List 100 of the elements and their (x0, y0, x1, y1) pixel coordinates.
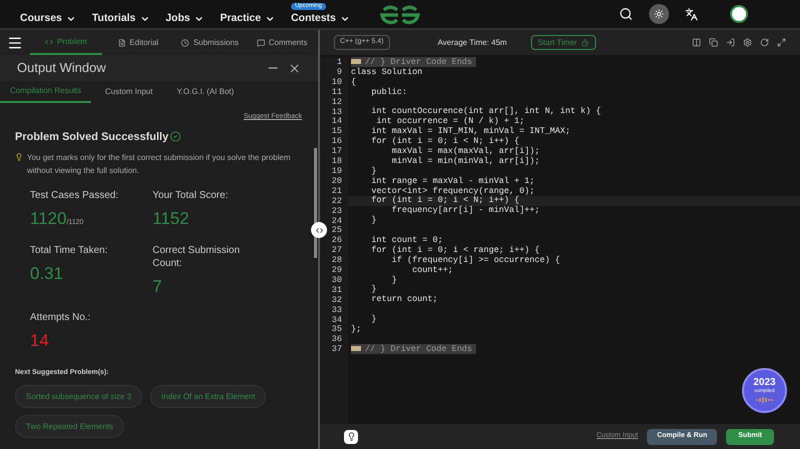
code-line: for (int i = 0; i < N; i++) { (370, 136, 520, 146)
sun-icon (654, 9, 664, 19)
line-number: 25 (332, 226, 342, 236)
line-number: 16 (332, 137, 342, 147)
nav-menu-item[interactable]: Courses (20, 10, 76, 26)
stat-value: 0.31 (30, 262, 64, 284)
reset-icon[interactable] (760, 38, 769, 47)
stat-label: Total Time Taken: (30, 244, 109, 256)
window-title: Output Window (17, 59, 106, 78)
close-icon[interactable] (288, 62, 301, 74)
code-line: frequency[arr[i] - minVal]++; (390, 205, 540, 216)
line-number: 30 (332, 276, 342, 286)
code-line: int count = 0; (370, 235, 443, 246)
code-line: }; (351, 324, 362, 334)
line-number: 1 (336, 58, 342, 68)
stat-label: Test Cases Passed: (30, 189, 120, 202)
line-number: 22 (332, 196, 342, 207)
badge-year: 2023 (753, 377, 776, 388)
start-timer-button[interactable]: Start Timer (530, 35, 596, 50)
problem-tab[interactable]: Submissions (174, 30, 246, 55)
copy-icon[interactable] (709, 38, 718, 47)
line-number: 37 (332, 345, 342, 356)
line-number: 26 (332, 236, 342, 246)
line-number: 28 (332, 256, 342, 266)
logo-icon[interactable] (380, 4, 420, 26)
line-number: 17 (332, 147, 342, 157)
line-number: 36 (332, 335, 342, 345)
line-number: 20 (332, 176, 342, 187)
code-line: count++; (411, 264, 454, 275)
code-line: for (int i = 0; i < N; i++) { (370, 195, 520, 206)
output-tab[interactable]: Custom Input (95, 81, 163, 103)
output-tab[interactable]: Y.O.G.I. (AI Bot) (166, 81, 244, 103)
code-line: } (370, 166, 377, 176)
average-time: Average Time: 45m (438, 36, 507, 48)
code-line: int range = maxVal - minVal + 1; (370, 176, 535, 186)
layout-icon[interactable] (692, 38, 701, 47)
line-number: 13 (332, 108, 342, 117)
nav-menu-item[interactable]: Tutorials (92, 10, 150, 26)
line-number: 29 (332, 266, 342, 276)
line-number: 21 (332, 186, 342, 197)
sound-wave-icon (756, 396, 774, 404)
code-line: class Solution (351, 66, 422, 77)
nav-menu-item[interactable]: Contests (290, 10, 350, 26)
code-line: for (int i = 0; i < range; i++) { (370, 244, 540, 255)
code-line: return count; (370, 294, 438, 304)
line-number: 33 (332, 306, 342, 316)
code-line: } (370, 314, 377, 324)
code-line: int occurrence = (N / k) + 1; (376, 116, 524, 126)
translate-icon[interactable] (685, 8, 698, 20)
suggested-problem-chip[interactable]: Index Of an Extra Element (150, 385, 266, 408)
code-line: vector<int> frequency(range, 0); (370, 186, 535, 196)
menu-icon[interactable] (7, 34, 23, 50)
line-number: 35 (332, 325, 342, 335)
lightbulb-icon (15, 153, 23, 161)
line-number: 31 (332, 286, 342, 296)
stat-label: Your Total Score: (152, 189, 230, 202)
stat-value: 1120 (30, 208, 67, 230)
stat-value: 14 (30, 330, 49, 352)
avatar-icon[interactable] (730, 5, 748, 23)
stat-value: 7 (152, 276, 162, 298)
theme-toggle-button[interactable] (649, 4, 669, 24)
code-line: int maxVal = INT_MIN, minVal = INT_MAX; (370, 126, 570, 136)
line-number: 14 (332, 117, 342, 127)
line-number: 12 (332, 98, 342, 108)
settings-icon[interactable] (743, 38, 752, 47)
stat-label: Correct Submission Count: (152, 244, 241, 270)
line-number: 27 (332, 246, 342, 256)
code-line: int countOccurence(int arr[], int N, int k) { (370, 106, 601, 116)
line-number: 24 (332, 216, 342, 226)
code-line: maxVal = max(maxVal, arr[i]); (390, 146, 540, 156)
folded-code-marker[interactable]: // } Driver Code Ends (351, 344, 476, 354)
code-line: } (390, 274, 397, 285)
line-number: 23 (332, 206, 342, 216)
problem-tab[interactable]: Editorial (102, 30, 174, 55)
success-status: Problem Solved Successfully (15, 130, 168, 144)
lightbulb-icon (346, 432, 356, 441)
lightbulb-button[interactable] (344, 430, 358, 444)
stat-value: 1152 (152, 208, 190, 230)
check-circle-icon (170, 131, 182, 142)
code-line: } (370, 215, 377, 226)
code-line: } (370, 284, 377, 294)
code-line: public: (370, 86, 408, 97)
nav-menu-item[interactable]: Practice (220, 10, 275, 26)
problem-tab[interactable]: Comments (246, 30, 318, 55)
line-number: 11 (332, 88, 342, 98)
fullscreen-icon[interactable] (777, 38, 786, 47)
import-icon[interactable] (726, 38, 735, 47)
marks-note: You get marks only for the first correct submission if you solve the problem without viewing the full solution. (27, 152, 292, 177)
line-number: 9 (336, 68, 342, 78)
folded-code-marker[interactable]: // } Driver Code Ends (351, 57, 476, 67)
line-number: 18 (332, 157, 342, 167)
nav-menu-item[interactable]: Jobs (166, 10, 204, 26)
line-number: 32 (332, 296, 342, 306)
output-tab[interactable]: Compilation Results (0, 81, 92, 103)
line-number: 10 (332, 78, 342, 88)
search-icon[interactable] (619, 7, 633, 21)
timer-icon (580, 38, 589, 46)
code-line: if (frequency[i] >= occurrence) { (390, 254, 560, 265)
suggested-problem-chip[interactable]: Two Repeated Elements (15, 415, 124, 438)
suggested-problem-chip[interactable]: Sorted subsequence of size 3 (15, 385, 142, 408)
